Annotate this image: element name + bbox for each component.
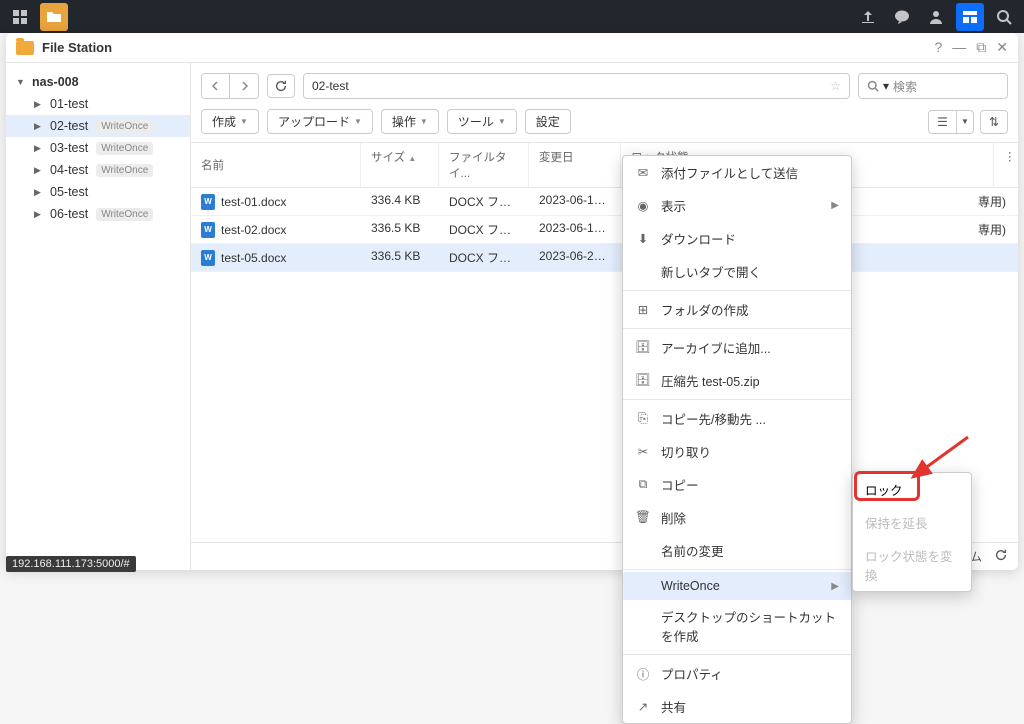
chat-icon[interactable] xyxy=(888,3,916,31)
cm-cut[interactable]: ✂切り取り xyxy=(623,435,851,468)
docx-icon: W xyxy=(201,222,215,238)
sidebar-item-02-test[interactable]: ▶02-testWriteOnce xyxy=(6,115,190,137)
star-icon[interactable]: ☆ xyxy=(830,79,841,93)
cm-properties[interactable]: ⓘプロパティ xyxy=(623,657,851,690)
minimize-icon[interactable]: — xyxy=(952,39,966,56)
sidebar-item-04-test[interactable]: ▶04-testWriteOnce xyxy=(6,159,190,181)
window-title: File Station xyxy=(42,40,112,55)
widgets-icon[interactable] xyxy=(956,3,984,31)
caret-right-icon: ▶ xyxy=(34,187,44,198)
writeonce-badge: WriteOnce xyxy=(96,208,153,221)
writeonce-submenu: ロック 保持を延長 ロック状態を変換 xyxy=(852,472,972,592)
refresh-icon[interactable] xyxy=(994,548,1008,565)
cm-compress[interactable]: 🗄圧縮先 test-05.zip xyxy=(623,364,851,397)
cm-writeonce[interactable]: WriteOnce▶ xyxy=(623,572,851,600)
help-icon[interactable]: ? xyxy=(934,39,942,56)
search-icon[interactable] xyxy=(990,3,1018,31)
writeonce-badge: WriteOnce xyxy=(96,164,153,177)
file-station-tile[interactable] xyxy=(40,3,68,31)
context-menu: ✉添付ファイルとして送信 ◉表示▶ ⬇ダウンロード 新しいタブで開く ⊞フォルダ… xyxy=(622,155,852,724)
col-name[interactable]: 名前 xyxy=(191,143,361,187)
caret-right-icon: ▶ xyxy=(34,121,44,132)
col-size[interactable]: サイズ ▲ xyxy=(361,143,439,187)
cm-delete[interactable]: 🗑削除 xyxy=(623,501,851,534)
caret-down-icon: ▼ xyxy=(16,77,26,87)
writeonce-badge: WriteOnce xyxy=(96,142,153,155)
cm-create-shortcut[interactable]: デスクトップのショートカットを作成 xyxy=(623,600,851,652)
submenu-extend: 保持を延長 xyxy=(853,506,971,539)
table-row[interactable]: Wtest-02.docx336.5 KBDOCX ファ...2023-06-1… xyxy=(191,216,1018,244)
cm-share[interactable]: ↗共有 xyxy=(623,690,851,723)
search-input[interactable]: ▾ 検索 xyxy=(858,73,1008,99)
cm-open-new-tab[interactable]: 新しいタブで開く xyxy=(623,255,851,288)
titlebar: File Station ? — ⧉ ✕ xyxy=(6,33,1018,63)
cm-rename[interactable]: 名前の変更 xyxy=(623,534,851,567)
browser-status-url: 192.168.111.173:5000/# xyxy=(6,556,136,572)
table-row[interactable]: Wtest-01.docx336.4 KBDOCX ファ...2023-06-1… xyxy=(191,188,1018,216)
view-dropdown-button[interactable]: ▼ xyxy=(956,110,974,134)
sort-button[interactable]: ⇅ xyxy=(980,110,1008,134)
dashboard-icon[interactable] xyxy=(6,3,34,31)
cm-send-attachment[interactable]: ✉添付ファイルとして送信 xyxy=(623,156,851,189)
sidebar: ▼ nas-008 ▶01-test▶02-testWriteOnce▶03-t… xyxy=(6,63,191,570)
close-icon[interactable]: ✕ xyxy=(996,39,1008,56)
view-list-button[interactable]: ☰ xyxy=(928,110,956,134)
cm-add-archive[interactable]: 🗄アーカイブに追加... xyxy=(623,331,851,364)
sidebar-item-06-test[interactable]: ▶06-testWriteOnce xyxy=(6,203,190,225)
user-icon[interactable] xyxy=(922,3,950,31)
cm-copy[interactable]: ⧉コピー xyxy=(623,468,851,501)
caret-right-icon: ▶ xyxy=(34,143,44,154)
folder-icon xyxy=(16,41,34,55)
settings-button[interactable]: 設定 xyxy=(525,109,571,134)
action-button[interactable]: 操作▼ xyxy=(381,109,439,134)
system-topbar xyxy=(0,0,1024,33)
upload-button[interactable]: アップロード▼ xyxy=(267,109,373,134)
nav-back-button[interactable] xyxy=(202,74,230,98)
writeonce-badge: WriteOnce xyxy=(96,120,153,133)
docx-icon: W xyxy=(201,194,215,210)
tool-button[interactable]: ツール▼ xyxy=(447,109,517,134)
col-menu[interactable]: ⋮ xyxy=(994,143,1018,187)
cm-view[interactable]: ◉表示▶ xyxy=(623,189,851,222)
cm-copy-move[interactable]: ⎘コピー先/移動先 ... xyxy=(623,402,851,435)
tree-root[interactable]: ▼ nas-008 xyxy=(6,71,190,93)
nav-forward-button[interactable] xyxy=(230,74,258,98)
submenu-lock[interactable]: ロック xyxy=(853,473,971,506)
docx-icon: W xyxy=(201,250,215,266)
caret-right-icon: ▶ xyxy=(34,209,44,220)
reload-button[interactable] xyxy=(267,74,295,98)
sidebar-item-05-test[interactable]: ▶05-test xyxy=(6,181,190,203)
caret-right-icon: ▶ xyxy=(34,99,44,110)
col-type[interactable]: ファイルタイ... xyxy=(439,143,529,187)
table-row[interactable]: Wtest-05.docx336.5 KBDOCX ファ...2023-06-2… xyxy=(191,244,1018,272)
sidebar-item-01-test[interactable]: ▶01-test xyxy=(6,93,190,115)
path-input[interactable]: 02-test ☆ xyxy=(303,73,850,99)
upload-status-icon[interactable] xyxy=(854,3,882,31)
cm-download[interactable]: ⬇ダウンロード xyxy=(623,222,851,255)
col-date[interactable]: 変更日 xyxy=(529,143,621,187)
maximize-icon[interactable]: ⧉ xyxy=(976,39,986,56)
submenu-convert: ロック状態を変換 xyxy=(853,539,971,591)
cm-create-folder[interactable]: ⊞フォルダの作成 xyxy=(623,293,851,326)
sidebar-item-03-test[interactable]: ▶03-testWriteOnce xyxy=(6,137,190,159)
caret-right-icon: ▶ xyxy=(34,165,44,176)
create-button[interactable]: 作成▼ xyxy=(201,109,259,134)
